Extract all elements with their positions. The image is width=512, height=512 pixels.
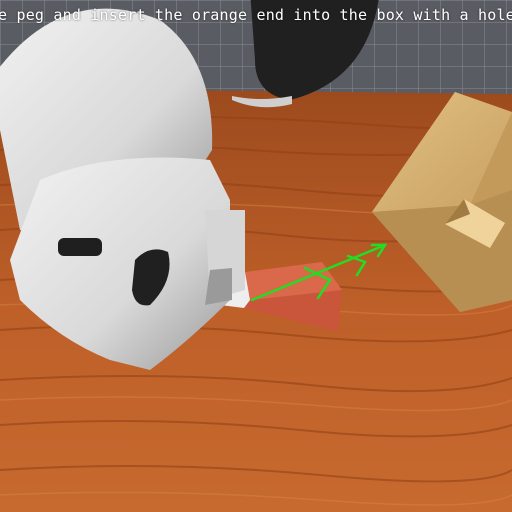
scene-render	[0, 0, 512, 512]
task-instruction: e peg and insert the orange end into the…	[0, 6, 512, 24]
robot-vent-icon	[58, 238, 102, 256]
simulation-view: e peg and insert the orange end into the…	[0, 0, 512, 512]
